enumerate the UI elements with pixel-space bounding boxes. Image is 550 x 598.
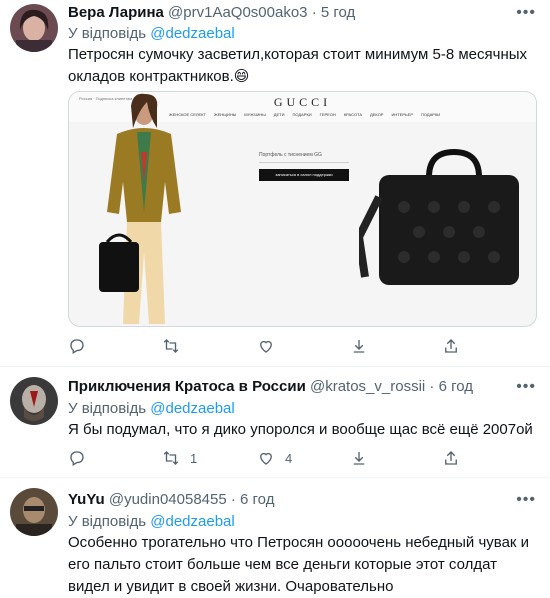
user-handle[interactable]: @kratos_v_rossii (310, 378, 425, 395)
reply-prefix: У відповідь (68, 400, 147, 417)
heart-icon (260, 340, 272, 353)
retweet-button[interactable] (162, 337, 190, 355)
gucci-menu: ЖЕНСКОЕ СЕЛЕКТ ЖЕНЩИНЫ МУЖЧИНЫ ДЕТИ ПОДА… (169, 112, 489, 117)
menu-item: ГЕРЕОН (319, 112, 336, 117)
heart-icon (260, 452, 272, 465)
more-options-icon[interactable]: ••• (516, 4, 536, 22)
menu-item: ИНТЕРЬЕР (391, 112, 413, 117)
user-handle[interactable]: @prv1AaQ0s00ako3 (168, 4, 307, 21)
display-name[interactable]: YuYu (68, 491, 105, 508)
tweet-text: Петросян сумочку засветил,которая стоит … (68, 46, 528, 85)
reply-icon (70, 339, 84, 354)
menu-item: КРАСОТА (343, 112, 363, 117)
reply-mention-link[interactable]: @dedzaebal (150, 400, 234, 417)
user-handle[interactable]: @yudin04058455 (109, 491, 227, 508)
menu-item: МУЖЧИНЫ (244, 112, 266, 117)
share-button[interactable] (442, 449, 460, 467)
retweet-icon (163, 451, 179, 465)
like-button[interactable]: 4 (257, 449, 292, 467)
tweet-3[interactable]: YuYu @yudin04058455 · 6 год ••• У відпов… (0, 478, 550, 595)
share-button[interactable] (442, 337, 460, 355)
reply-button[interactable] (68, 337, 96, 355)
tweet-text: Особенно трогательно что Петросян оооооч… (68, 534, 530, 595)
reply-context: У відповідь @dedzaebal (68, 513, 235, 530)
menu-item: ДЕКОР (370, 112, 384, 117)
share-icon (445, 451, 457, 465)
reply-mention-link[interactable]: @dedzaebal (150, 513, 234, 530)
tweet-header: YuYu @yudin04058455 · 6 год (68, 491, 274, 508)
tweet-media-image[interactable]: Россия · Подписка клиентам GUCCI ЖЕНСКОЕ… (68, 91, 537, 327)
tweet-1[interactable]: Вера Ларина @prv1AaQ0s00ako3 · 5 год •••… (0, 0, 550, 363)
reply-button[interactable] (68, 449, 96, 467)
tweet-actions: 1 4 (68, 449, 468, 469)
timestamp[interactable]: 6 год (439, 378, 473, 395)
tweet-header: Приключения Кратоса в России @kratos_v_r… (68, 378, 473, 395)
download-icon (353, 452, 365, 465)
download-icon (353, 340, 365, 353)
retweet-icon (163, 339, 179, 353)
like-button[interactable] (257, 337, 285, 355)
reply-context: У відповідь @dedzaebal (68, 25, 235, 42)
more-options-icon[interactable]: ••• (516, 491, 536, 509)
avatar[interactable] (10, 4, 58, 52)
reply-icon (70, 451, 84, 466)
tweet-text: Я бы подумал, что я дико упоролся и вооб… (68, 421, 533, 438)
retweet-button[interactable]: 1 (162, 449, 197, 467)
tweet-2[interactable]: Приключения Кратоса в России @kratos_v_r… (0, 367, 550, 475)
menu-item: ДЕТИ (273, 112, 285, 117)
timestamp[interactable]: 6 год (240, 491, 274, 508)
more-options-icon[interactable]: ••• (516, 378, 536, 396)
media-button: записаться в салон поддержки (259, 169, 349, 181)
avatar[interactable] (10, 488, 58, 536)
menu-item: ЖЕНЩИНЫ (213, 112, 237, 117)
bag-image (359, 148, 519, 285)
tweet-actions (68, 337, 468, 357)
reply-prefix: У відповідь (68, 25, 147, 42)
reply-mention-link[interactable]: @dedzaebal (150, 25, 234, 42)
model-figure (99, 93, 181, 324)
separator-dot: · (230, 491, 236, 508)
timestamp[interactable]: 5 год (321, 4, 355, 21)
reply-prefix: У відповідь (68, 513, 147, 530)
display-name[interactable]: Вера Ларина (68, 4, 164, 21)
like-count: 4 (285, 450, 293, 466)
download-button[interactable] (350, 449, 368, 467)
download-button[interactable] (350, 337, 368, 355)
retweet-count: 1 (190, 450, 198, 466)
menu-item: ПОДАРКИ (421, 112, 441, 117)
share-icon (445, 339, 457, 353)
separator-dot: · (311, 4, 317, 21)
search-label: Портфель с тиснением GG (259, 152, 322, 158)
reply-context: У відповідь @dedzaebal (68, 400, 235, 417)
tweet-header: Вера Ларина @prv1AaQ0s00ako3 · 5 год (68, 4, 355, 21)
separator-dot: · (429, 378, 435, 395)
search-underline (259, 162, 349, 163)
avatar[interactable] (10, 377, 58, 425)
menu-item: ПОДАРКИ (292, 112, 312, 117)
display-name[interactable]: Приключения Кратоса в России (68, 378, 306, 395)
